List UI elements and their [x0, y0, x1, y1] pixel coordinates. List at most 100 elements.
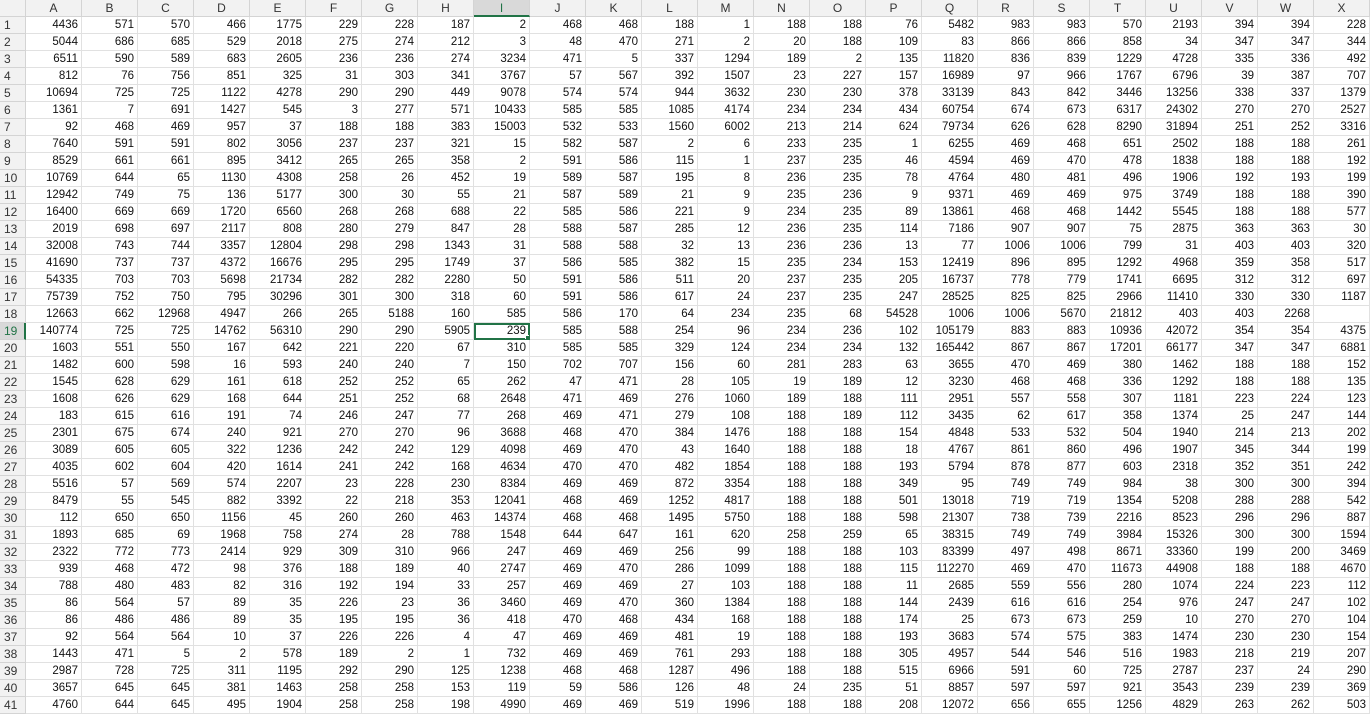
grid-cell[interactable]: 587 — [586, 221, 642, 238]
row-header[interactable]: 33 — [0, 561, 26, 578]
grid-cell[interactable]: 38 — [1146, 476, 1202, 493]
grid-cell[interactable]: 585 — [530, 323, 586, 340]
grid-cell[interactable]: 645 — [138, 680, 194, 697]
grid-cell[interactable]: 102 — [866, 323, 922, 340]
grid-cell[interactable]: 226 — [306, 595, 362, 612]
grid-cell[interactable]: 9 — [866, 187, 922, 204]
grid-cell[interactable]: 3392 — [250, 493, 306, 510]
grid-cell[interactable]: 226 — [362, 629, 418, 646]
grid-cell[interactable]: 976 — [1146, 595, 1202, 612]
grid-cell[interactable]: 674 — [138, 425, 194, 442]
grid-cell[interactable]: 33360 — [1146, 544, 1202, 561]
grid-cell[interactable]: 3234 — [474, 51, 530, 68]
grid-cell[interactable]: 354 — [1202, 323, 1258, 340]
grid-cell[interactable]: 235 — [754, 255, 810, 272]
grid-cell[interactable]: 68 — [810, 306, 866, 323]
grid-cell[interactable]: 655 — [1034, 697, 1090, 714]
grid-cell[interactable]: 591 — [82, 136, 138, 153]
grid-cell[interactable]: 247 — [1202, 595, 1258, 612]
grid-cell[interactable]: 5208 — [1146, 493, 1202, 510]
grid-cell[interactable]: 153 — [418, 680, 474, 697]
grid-cell[interactable]: 795 — [194, 289, 250, 306]
grid-cell[interactable]: 403 — [1202, 306, 1258, 323]
grid-cell[interactable]: 188 — [810, 663, 866, 680]
grid-cell[interactable]: 270 — [306, 425, 362, 442]
column-header-K[interactable]: K — [586, 0, 642, 17]
grid-cell[interactable]: 403 — [1202, 238, 1258, 255]
grid-cell[interactable]: 5 — [138, 646, 194, 663]
grid-cell[interactable]: 60754 — [922, 102, 978, 119]
column-header-J[interactable]: J — [530, 0, 586, 17]
grid-cell[interactable]: 758 — [250, 527, 306, 544]
grid-cell[interactable]: 86 — [26, 612, 82, 629]
grid-cell[interactable]: 929 — [250, 544, 306, 561]
row-header[interactable]: 22 — [0, 374, 26, 391]
row-header[interactable]: 20 — [0, 340, 26, 357]
grid-cell[interactable]: 42072 — [1146, 323, 1202, 340]
grid-cell[interactable]: 223 — [1258, 578, 1314, 595]
row-header[interactable]: 4 — [0, 68, 26, 85]
grid-cell[interactable]: 2787 — [1146, 663, 1202, 680]
grid-cell[interactable]: 3056 — [250, 136, 306, 153]
grid-cell[interactable]: 486 — [82, 612, 138, 629]
grid-cell[interactable]: 188 — [810, 459, 866, 476]
grid-cell[interactable]: 345 — [1202, 442, 1258, 459]
grid-cell[interactable]: 64 — [642, 306, 698, 323]
grid-cell[interactable]: 207 — [1314, 646, 1370, 663]
grid-cell[interactable]: 337 — [642, 51, 698, 68]
grid-cell[interactable]: 591 — [530, 289, 586, 306]
grid-cell[interactable]: 725 — [138, 663, 194, 680]
grid-cell[interactable]: 882 — [194, 493, 250, 510]
grid-cell[interactable]: 9 — [698, 187, 754, 204]
grid-cell[interactable]: 76 — [866, 17, 922, 34]
grid-cell[interactable]: 214 — [810, 119, 866, 136]
grid-cell[interactable]: 732 — [474, 646, 530, 663]
grid-cell[interactable]: 877 — [1034, 459, 1090, 476]
grid-cell[interactable]: 237 — [754, 289, 810, 306]
grid-cell[interactable]: 77 — [418, 408, 474, 425]
grid-cell[interactable]: 265 — [306, 153, 362, 170]
grid-cell[interactable]: 628 — [82, 374, 138, 391]
grid-cell[interactable]: 1904 — [250, 697, 306, 714]
grid-cell[interactable]: 236 — [754, 238, 810, 255]
grid-cell[interactable]: 235 — [754, 187, 810, 204]
grid-cell[interactable]: 16400 — [26, 204, 82, 221]
grid-cell[interactable]: 235 — [810, 289, 866, 306]
grid-cell[interactable]: 104 — [1314, 612, 1370, 629]
row-header[interactable]: 36 — [0, 612, 26, 629]
grid-cell[interactable]: 4098 — [474, 442, 530, 459]
grid-cell[interactable]: 296 — [1258, 510, 1314, 527]
column-header-I[interactable]: I — [474, 0, 530, 17]
grid-cell[interactable]: 97 — [978, 68, 1034, 85]
row-header[interactable]: 10 — [0, 170, 26, 187]
grid-cell[interactable]: 152 — [1314, 357, 1370, 374]
grid-cell[interactable]: 300 — [306, 187, 362, 204]
grid-cell[interactable]: 36 — [418, 612, 474, 629]
row-header[interactable]: 2 — [0, 34, 26, 51]
grid-cell[interactable]: 6560 — [250, 204, 306, 221]
grid-cell[interactable]: 234 — [810, 340, 866, 357]
grid-cell[interactable]: 470 — [530, 612, 586, 629]
grid-cell[interactable]: 112270 — [922, 561, 978, 578]
grid-cell[interactable]: 551 — [82, 340, 138, 357]
grid-cell[interactable]: 303 — [362, 68, 418, 85]
grid-cell[interactable]: 25 — [922, 612, 978, 629]
grid-cell[interactable]: 247 — [362, 408, 418, 425]
row-header[interactable]: 6 — [0, 102, 26, 119]
grid-cell[interactable]: 75739 — [26, 289, 82, 306]
grid-cell[interactable]: 586 — [586, 289, 642, 306]
grid-cell[interactable]: 16737 — [922, 272, 978, 289]
grid-cell[interactable]: 1085 — [642, 102, 698, 119]
grid-cell[interactable]: 279 — [642, 408, 698, 425]
row-header[interactable]: 24 — [0, 408, 26, 425]
grid-cell[interactable]: 300 — [1258, 476, 1314, 493]
grid-cell[interactable]: 19 — [474, 170, 530, 187]
grid-cell[interactable]: 686 — [82, 34, 138, 51]
grid-cell[interactable]: 228 — [362, 17, 418, 34]
grid-cell[interactable]: 673 — [1034, 612, 1090, 629]
grid-cell[interactable]: 21 — [642, 187, 698, 204]
grid-cell[interactable]: 495 — [194, 697, 250, 714]
grid-cell[interactable]: 114 — [866, 221, 922, 238]
grid-cell[interactable]: 1236 — [250, 442, 306, 459]
grid-cell[interactable]: 226 — [306, 629, 362, 646]
